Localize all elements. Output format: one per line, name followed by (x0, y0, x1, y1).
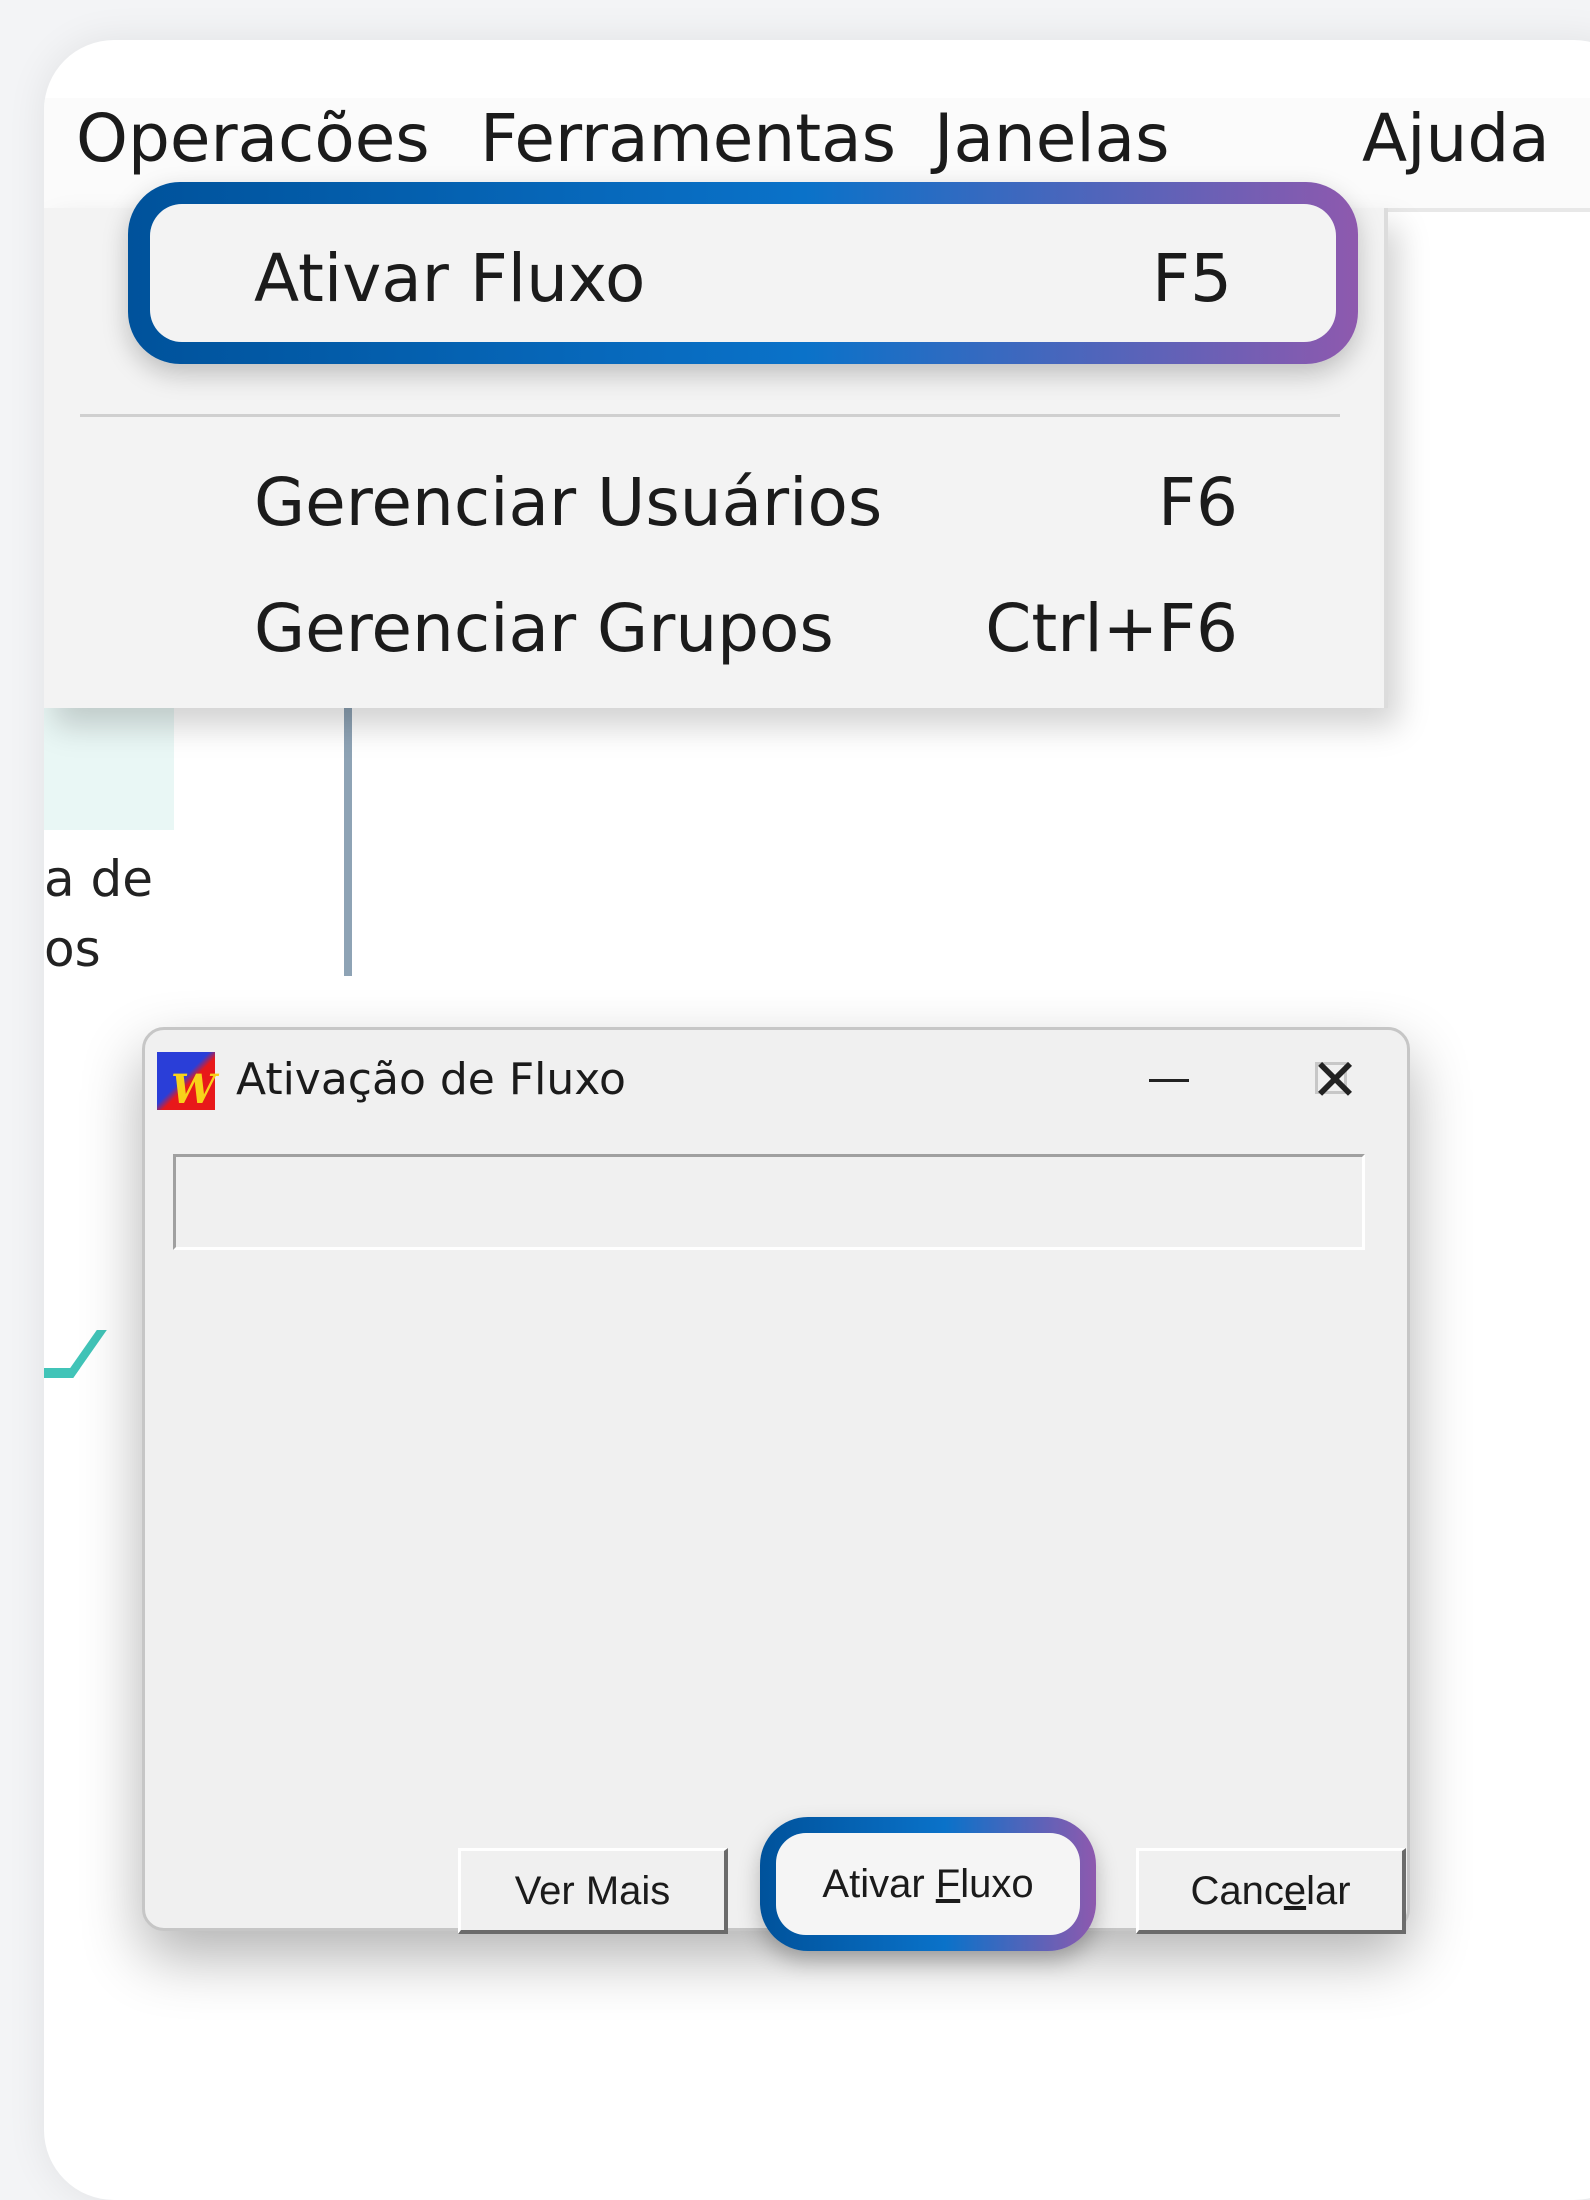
menu-item-gerenciar-grupos[interactable]: Gerenciar Grupos (254, 590, 834, 667)
cancelar-label-pre: Canc (1190, 1869, 1284, 1913)
desktop-shortcut-label-line1: a de (44, 850, 154, 908)
shortcut-ativar-fluxo: F5 (1152, 240, 1232, 317)
menu-separator (80, 414, 1340, 417)
flow-input-field[interactable] (173, 1154, 1365, 1250)
menu-ferramentas[interactable]: Ferramentas (480, 100, 896, 177)
ativar-label-accel: F (935, 1862, 961, 1906)
menu-ajuda[interactable]: Ajuda (1362, 100, 1550, 177)
shortcut-gerenciar-grupos: Ctrl+F6 (985, 590, 1238, 667)
dialog-title: Ativação de Fluxo (236, 1054, 626, 1105)
highlight-ativar-fluxo-menu: Ativar Fluxo F5 (128, 182, 1358, 364)
menu-operacoes[interactable]: Operacões (76, 100, 430, 177)
menu-item-ativar-fluxo-label: Ativar Fluxo (254, 240, 646, 317)
menu-janelas[interactable]: Janelas (934, 100, 1170, 177)
cancelar-label-accel: e (1283, 1869, 1307, 1913)
close-icon[interactable]: ✕ (1295, 1048, 1375, 1112)
ativar-label-pre: Ativar (822, 1862, 936, 1906)
ativar-fluxo-button[interactable]: Ativar Fluxo (776, 1833, 1080, 1935)
dialog-titlebar[interactable]: W Ativação de Fluxo ✕ (145, 1030, 1407, 1126)
background-panel-frame (174, 700, 352, 976)
ativar-label-post: luxo (960, 1862, 1034, 1906)
shortcut-gerenciar-usuarios: F6 (1158, 464, 1238, 541)
minimize-icon[interactable] (1127, 1048, 1207, 1112)
ver-mais-button[interactable]: Ver Mais (458, 1848, 728, 1934)
highlight-ativar-fluxo-button: Ativar Fluxo (760, 1817, 1096, 1951)
ativacao-de-fluxo-dialog: W Ativação de Fluxo ✕ Ver Mais Cancelar (142, 1027, 1410, 1934)
menu-item-ativar-fluxo[interactable]: Ativar Fluxo F5 (150, 204, 1336, 342)
shortcut-arrow-icon (44, 1330, 107, 1378)
cancelar-button[interactable]: Cancelar (1136, 1848, 1406, 1934)
cancelar-label-post: lar (1306, 1869, 1351, 1913)
app-logo-icon: W (157, 1052, 216, 1113)
menu-item-gerenciar-usuarios[interactable]: Gerenciar Usuários (254, 464, 882, 541)
desktop-shortcut-label-line2: os (44, 920, 101, 978)
